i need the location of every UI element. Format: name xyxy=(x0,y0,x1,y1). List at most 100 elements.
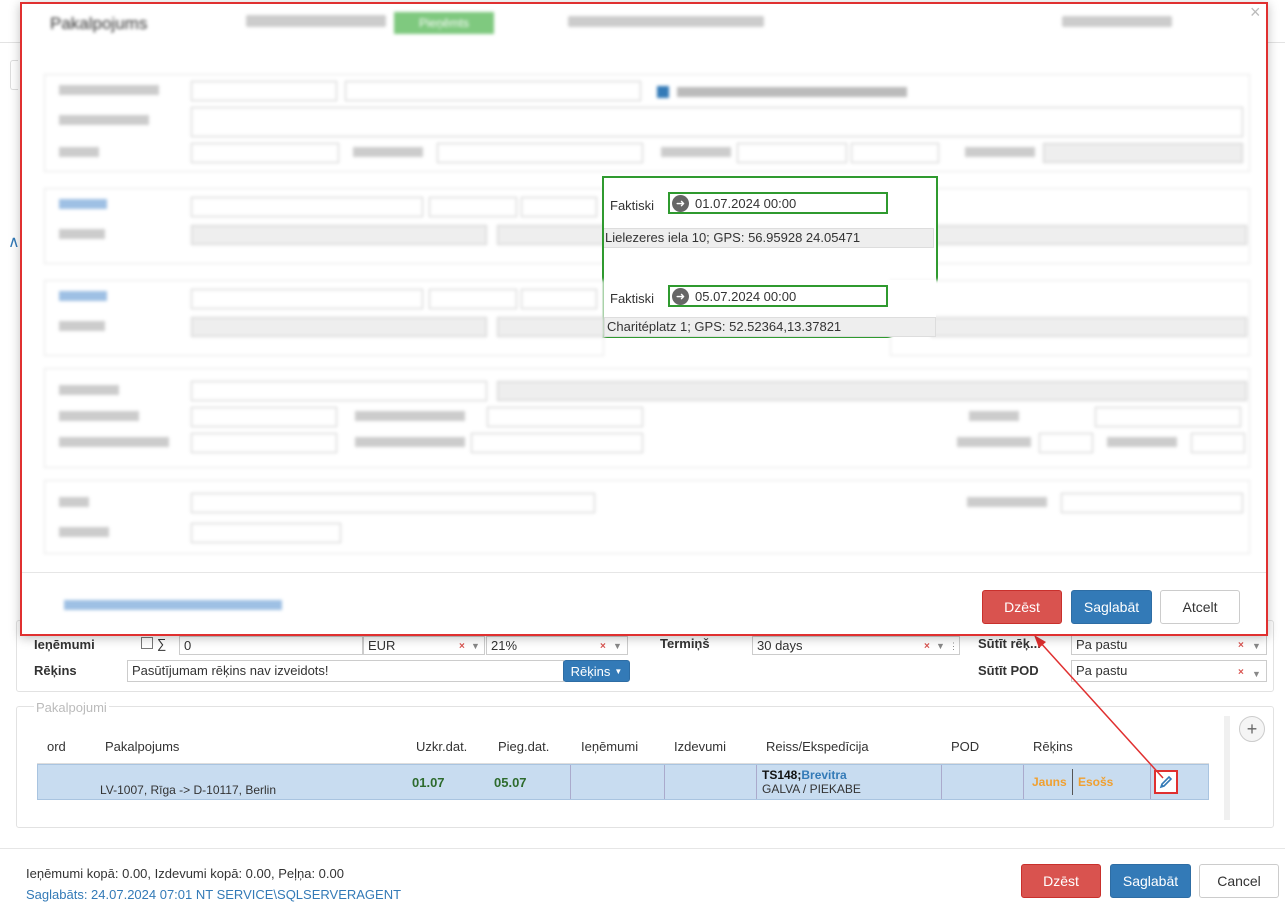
transport-section xyxy=(44,368,1250,468)
trip-code: TS148 xyxy=(762,768,798,782)
delivery-time-from[interactable] xyxy=(429,289,517,309)
delivery-section-left xyxy=(44,280,605,356)
label-placeholder xyxy=(59,291,107,301)
loading-count-input[interactable] xyxy=(1039,433,1093,453)
col-delivery-date[interactable]: Pieg.dat. xyxy=(498,739,549,754)
checkbox-placeholder[interactable] xyxy=(657,86,669,98)
transport-mode-select[interactable] xyxy=(1061,493,1243,513)
terms-select[interactable]: 30 days × ▼ ⋮ xyxy=(752,636,960,655)
label-placeholder xyxy=(355,411,465,421)
col-expenses[interactable]: Izdevumi xyxy=(674,739,726,754)
service-type-select[interactable] xyxy=(191,81,337,101)
modal-header-route xyxy=(568,16,764,27)
sum-icon: ∑ xyxy=(157,636,167,651)
qty-input[interactable] xyxy=(191,143,339,163)
carrier-mode-select[interactable] xyxy=(487,407,643,427)
row-trip[interactable]: TS148;Brevitra GALVA / PIEKABE xyxy=(762,768,861,796)
col-income[interactable]: Ieņēmumi xyxy=(581,739,638,754)
status-badge: Pieņēmts xyxy=(394,12,494,34)
col-pod[interactable]: POD xyxy=(951,739,979,754)
delivery-section-right xyxy=(890,280,1250,356)
extra-select[interactable] xyxy=(191,523,341,543)
carrier-info xyxy=(497,381,1247,401)
pod-input[interactable] xyxy=(191,493,595,513)
label-placeholder xyxy=(59,229,105,239)
income-currency-select[interactable]: EUR × ▼ xyxy=(363,636,485,655)
pickup-place-select[interactable] xyxy=(191,225,487,245)
services-scrollbar[interactable] xyxy=(1224,716,1230,820)
vehicle-input[interactable] xyxy=(471,433,643,453)
services-legend: Pakalpojumi xyxy=(34,700,109,715)
delivery-actual-panel: Faktiski ➜ 05.07.2024 00:00 Charitéplatz… xyxy=(604,280,936,337)
delivery-date-input[interactable] xyxy=(191,289,423,309)
annotation-arrow xyxy=(1034,635,1164,779)
status-badge-label: Pieņēmts xyxy=(418,16,470,30)
label-placeholder xyxy=(59,437,169,447)
footer-divider xyxy=(0,848,1285,849)
vat-rate-select[interactable] xyxy=(1043,143,1243,163)
invoice-dropdown-button[interactable]: Rēķins ▼ xyxy=(563,660,630,682)
label-placeholder xyxy=(661,147,731,157)
footer-save-button[interactable]: Saglabāt xyxy=(1110,864,1191,898)
carrier-select[interactable] xyxy=(191,381,487,401)
status-select[interactable] xyxy=(1095,407,1241,427)
delivery-actual-value: 05.07.2024 00:00 xyxy=(695,288,797,304)
col-trip[interactable]: Reiss/Ekspedīcija xyxy=(766,739,869,754)
transport-type-select[interactable] xyxy=(191,433,337,453)
pickup-time-from[interactable] xyxy=(429,197,517,217)
row-cell-divider xyxy=(570,765,571,799)
label-placeholder xyxy=(59,497,89,507)
modal-cancel-button[interactable]: Atcelt xyxy=(1160,590,1240,624)
amount-input[interactable] xyxy=(437,143,643,163)
vat-select[interactable]: 21% × ▼ xyxy=(486,636,628,655)
modal-close-icon[interactable]: × xyxy=(1250,2,1261,23)
label-placeholder xyxy=(355,437,465,447)
add-service-button[interactable]: + xyxy=(1239,716,1265,742)
label-placeholder xyxy=(59,385,119,395)
modal-footer-link[interactable] xyxy=(64,600,282,610)
label-placeholder xyxy=(967,497,1047,507)
income-label: Ieņēmumi xyxy=(34,637,95,652)
modal-delete-button[interactable]: Dzēst xyxy=(982,590,1062,624)
delivery-place-select[interactable] xyxy=(191,317,487,337)
description-textarea[interactable] xyxy=(191,107,1243,137)
delivery-address: Charitéplatz 1; GPS: 52.52364,13.37821 xyxy=(607,319,842,334)
pickup-time-to[interactable] xyxy=(521,197,597,217)
row-service: LV-1007, Rīga -> D-10117, Berlin xyxy=(100,783,276,797)
label-placeholder xyxy=(59,199,107,209)
arrow-right-circle-icon[interactable]: ➜ xyxy=(672,287,689,305)
modal-save-button[interactable]: Saglabāt xyxy=(1071,590,1152,624)
delivery-address-right xyxy=(931,317,1247,337)
label-placeholder xyxy=(965,147,1035,157)
row-delivery-date: 05.07 xyxy=(494,775,527,790)
pickup-date-input[interactable] xyxy=(191,197,423,217)
terms-label: Termiņš xyxy=(660,636,710,651)
delivery-time-to[interactable] xyxy=(521,289,597,309)
delivery-actual-input[interactable]: ➜ 05.07.2024 00:00 xyxy=(668,285,888,307)
currency-select[interactable] xyxy=(851,143,939,163)
footer-delete-button[interactable]: Dzēst xyxy=(1021,864,1101,898)
invoice-status-field: Pasūtījumam rēķins nav izveidots! xyxy=(127,660,564,682)
income-input[interactable]: 0 xyxy=(179,636,363,655)
delivery-address-bar: Charitéplatz 1; GPS: 52.52364,13.37821 xyxy=(604,317,936,337)
carrier-type-select[interactable] xyxy=(191,407,337,427)
delivery-address-left xyxy=(497,317,605,337)
income-amount-input[interactable] xyxy=(737,143,847,163)
row-cell-divider xyxy=(664,765,665,799)
label-placeholder xyxy=(1107,437,1177,447)
row-load-date: 01.07 xyxy=(412,775,445,790)
label-placeholder xyxy=(353,147,423,157)
pickup-address-right xyxy=(931,225,1247,245)
sum-checkbox[interactable] xyxy=(141,637,153,649)
col-ord[interactable]: ord xyxy=(47,739,66,754)
col-load-date[interactable]: Uzkr.dat. xyxy=(416,739,467,754)
footer-saved-info: Saglabāts: 24.07.2024 07:01 NT SERVICE\S… xyxy=(26,887,402,902)
service-name-input[interactable] xyxy=(345,81,641,101)
delivery-actual-label: Faktiski xyxy=(610,291,655,306)
left-panel-edge xyxy=(10,60,18,90)
trip-carrier[interactable]: Brevitra xyxy=(801,768,846,782)
plus-icon: + xyxy=(1246,718,1258,739)
col-service[interactable]: Pakalpojums xyxy=(105,739,179,754)
footer-cancel-button[interactable]: Cancel xyxy=(1199,864,1279,898)
unloading-count-input[interactable] xyxy=(1191,433,1245,453)
